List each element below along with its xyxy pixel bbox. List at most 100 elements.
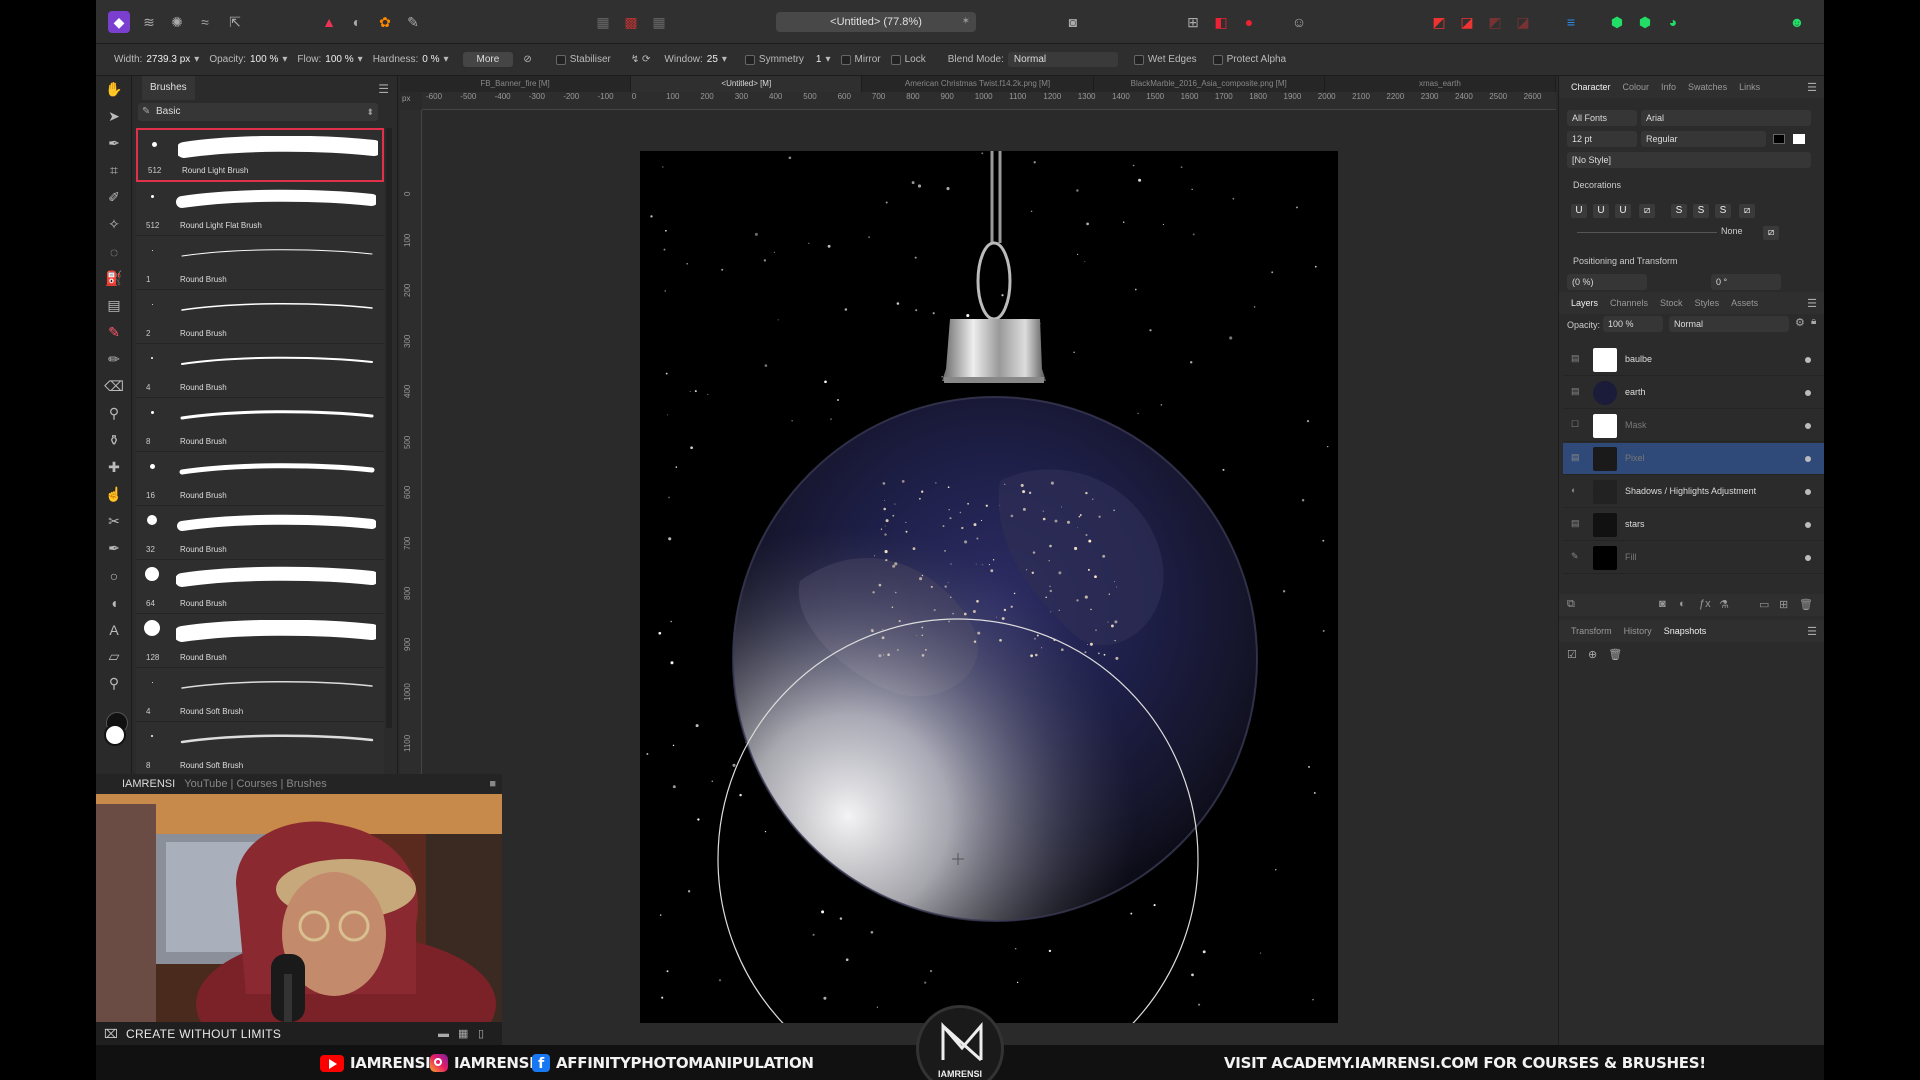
tone-mapping-persona-icon[interactable]: ≈ [194, 11, 216, 33]
blemish-tool-icon[interactable]: ✚ [96, 454, 132, 481]
brush-options-icon[interactable]: ⊘ [523, 54, 531, 65]
tab-snapshots[interactable]: Snapshots [1664, 626, 1707, 636]
folder-icon[interactable]: ▬ [438, 1022, 449, 1046]
clone-tool-icon[interactable]: ⚱ [96, 427, 132, 454]
panel-menu-icon[interactable]: ☰ [1807, 81, 1817, 94]
blend-mode-select[interactable]: Normal [1007, 52, 1118, 67]
insert-top-icon[interactable]: ◧ [1210, 11, 1232, 33]
academy-cta[interactable]: VISIT ACADEMY.IAMRENSI.COM FOR COURSES &… [1224, 1054, 1706, 1072]
layer-type-icon[interactable]: ☐ [1571, 419, 1579, 430]
layer-visibility-dot[interactable] [1805, 423, 1811, 429]
flow-value[interactable]: 100 % [325, 54, 353, 65]
tab-history[interactable]: History [1624, 626, 1652, 636]
width-value[interactable]: 2739.3 px [146, 54, 190, 65]
shear-field[interactable]: 0 ° [1711, 274, 1781, 290]
levels-icon[interactable]: ▲ [318, 11, 340, 33]
text-style-select[interactable]: [No Style] [1567, 152, 1811, 168]
auto-white-balance-icon[interactable]: ✎ [402, 11, 424, 33]
gear-icon[interactable]: ⚙ [1795, 316, 1805, 329]
brush-item[interactable]: 16 Round Brush [136, 452, 384, 506]
adjustment-icon[interactable]: ◐ [1679, 598, 1686, 610]
mirror-checkbox[interactable] [840, 54, 851, 65]
smudge-tool-icon[interactable]: ☝ [96, 481, 132, 508]
layer-visibility-dot[interactable] [1805, 555, 1811, 561]
lock-icon[interactable]: 🔒︎ [1811, 316, 1816, 327]
layer-row[interactable]: ▤ stars [1563, 509, 1824, 541]
text-background-swatch[interactable] [1793, 134, 1805, 144]
group-icon[interactable]: ▭ [1759, 598, 1769, 611]
tab-stock[interactable]: Stock [1660, 298, 1683, 308]
add-snapshot-icon[interactable]: ⊕ [1588, 649, 1597, 661]
symmetry-toggle[interactable]: Symmetry 1 ▾ [744, 54, 831, 65]
view-tool-icon[interactable]: ✋ [96, 76, 132, 103]
close-document-icon[interactable]: ✶ [962, 12, 970, 32]
document-tab[interactable]: <Untitled> [M] [631, 76, 863, 92]
font-size-field[interactable]: 12 pt [1567, 131, 1637, 147]
flood-select-tool-icon[interactable]: ✧ [96, 211, 132, 238]
symmetry-checkbox[interactable] [744, 54, 755, 65]
align-icon[interactable]: ≡ [1560, 11, 1582, 33]
document-tab[interactable]: BlackMarble_2016_Asia_composite.png [M] [1094, 76, 1325, 92]
tab-colour[interactable]: Colour [1623, 82, 1650, 92]
document-tab[interactable]: FB_Banner_fire [M] [400, 76, 632, 92]
decoration-swatch-icon[interactable]: ⧄ [1763, 226, 1779, 240]
layer-visibility-dot[interactable] [1805, 489, 1811, 495]
hardness-value[interactable]: 0 % [422, 54, 439, 65]
quick-mask-icon[interactable]: ◙ [1062, 11, 1084, 33]
rope-mode-icon[interactable]: ↯ ⟳ [631, 54, 651, 65]
brush-item[interactable]: 32 Round Brush [136, 506, 384, 560]
layer-visibility-dot[interactable] [1805, 522, 1811, 528]
layer-type-icon[interactable]: ▤ [1571, 452, 1580, 463]
layer-row[interactable]: ▤ earth [1563, 377, 1824, 409]
layer-visibility-dot[interactable] [1805, 357, 1811, 363]
stabiliser-toggle[interactable]: Stabiliser [555, 54, 611, 65]
webcam-menu-icon[interactable]: ■ [489, 774, 496, 794]
crop-tool-icon[interactable]: ⌗ [96, 157, 132, 184]
tab-character[interactable]: Character [1571, 82, 1611, 92]
underline-icon[interactable]: U [1571, 204, 1587, 218]
underline-colour-icon[interactable]: U [1615, 204, 1631, 218]
flood-fill-tool-icon[interactable]: ⛽ [96, 265, 132, 292]
tab-links[interactable]: Links [1739, 82, 1760, 92]
pen-tool-icon[interactable]: ✒ [96, 535, 132, 562]
brush-item[interactable]: 1 Round Brush [136, 236, 384, 290]
colour-picker-icon[interactable]: ◕ [1662, 11, 1684, 33]
affinity-photo-logo-icon[interactable]: ◆ [108, 11, 130, 33]
export-persona-icon[interactable]: ⇱ [224, 11, 246, 33]
auto-contrast-icon[interactable]: ◐ [346, 11, 368, 33]
font-style-select[interactable]: Regular [1641, 131, 1766, 147]
no-fill-swatch-icon[interactable]: ⧄ [1639, 204, 1655, 218]
document-title[interactable]: <Untitled> (77.8%) ✶ [776, 12, 976, 32]
marquee-select-icon[interactable]: ▦ [592, 11, 614, 33]
wet-edges-toggle[interactable]: Wet Edges [1133, 54, 1197, 65]
brushes-tab[interactable]: Brushes [142, 76, 195, 100]
trash-icon[interactable]: ▯ [478, 1022, 484, 1046]
layer-row[interactable]: ☐ Mask [1563, 410, 1824, 442]
layer-row[interactable]: ✎ Fill [1563, 542, 1824, 574]
layer-visibility-dot[interactable] [1805, 390, 1811, 396]
protect-alpha-toggle[interactable]: Protect Alpha [1212, 54, 1286, 65]
stabiliser-checkbox[interactable] [555, 54, 566, 65]
tracking-field[interactable]: (0 %) [1567, 274, 1647, 290]
insert-inside-icon[interactable]: ● [1238, 11, 1260, 33]
account-icon[interactable]: ☻ [1786, 11, 1808, 33]
layer-type-icon[interactable]: ✎ [1571, 551, 1579, 562]
instagram-handle[interactable]: IAMRENSI [430, 1054, 535, 1072]
new-layer-icon[interactable]: ⊞ [1779, 598, 1788, 611]
mesh-warp-tool-icon[interactable]: ✂ [96, 508, 132, 535]
perspective-tool-icon[interactable]: ▱ [96, 643, 132, 670]
paint-brush-tool-icon[interactable]: ✎ [96, 319, 132, 346]
assistant-icon[interactable]: ☺ [1288, 11, 1310, 33]
live-filter-icon[interactable]: ƒx [1699, 598, 1711, 610]
more-button[interactable]: More [462, 52, 514, 67]
develop-persona-icon[interactable]: ✺ [166, 11, 188, 33]
text-tool-icon[interactable]: A [96, 616, 132, 643]
layer-row[interactable]: ▤ Pixel [1563, 443, 1824, 475]
strikethrough-colour-icon[interactable]: S [1715, 204, 1731, 218]
panel-menu-icon[interactable]: ☰ [1807, 297, 1817, 310]
wet-edges-checkbox[interactable] [1133, 54, 1144, 65]
tab-swatches[interactable]: Swatches [1688, 82, 1727, 92]
pixel-tool-icon[interactable]: ✏ [96, 346, 132, 373]
delete-layer-icon[interactable]: 🗑︎ [1799, 598, 1813, 611]
gradient-tool-icon[interactable]: ▤ [96, 292, 132, 319]
